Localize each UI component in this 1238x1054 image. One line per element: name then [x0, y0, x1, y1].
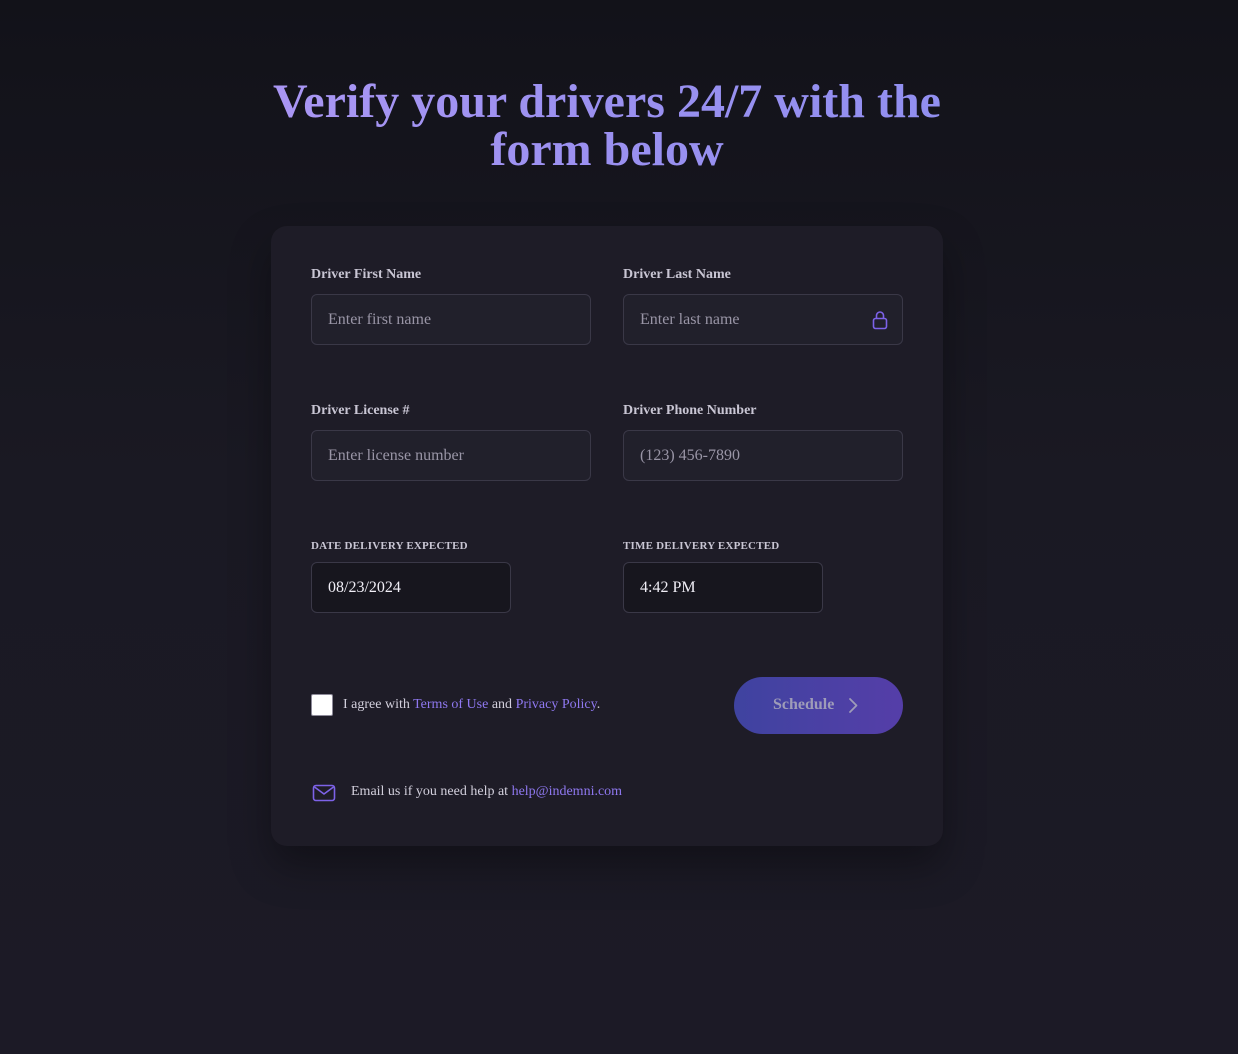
agree-prefix: I agree with [343, 697, 410, 712]
help-email-link[interactable]: help@indemni.com [512, 784, 622, 799]
driver-verification-form-card: Driver First Name Driver Last Name Drive… [271, 226, 943, 846]
privacy-policy-link[interactable]: Privacy Policy [516, 697, 597, 712]
date-label: DATE DELIVERY EXPECTED [311, 540, 468, 552]
chevron-right-icon [849, 698, 858, 713]
mail-icon [312, 784, 336, 802]
page-title-line-2: form below [490, 123, 724, 176]
last-name-input[interactable] [623, 294, 903, 345]
terms-of-use-link[interactable]: Terms of Use [413, 697, 488, 712]
first-name-label: Driver First Name [311, 267, 422, 282]
phone-label: Driver Phone Number [623, 403, 757, 418]
schedule-button[interactable]: Schedule [734, 677, 903, 734]
agree-suffix: . [596, 697, 601, 712]
help-text: Email us if you need help at help@indemn… [351, 783, 622, 801]
last-name-label: Driver Last Name [623, 267, 731, 282]
license-input[interactable] [311, 430, 591, 481]
agree-checkbox[interactable] [311, 694, 333, 716]
agree-middle: and [491, 697, 513, 712]
date-input[interactable] [311, 562, 511, 613]
time-label: TIME DELIVERY EXPECTED [623, 540, 780, 552]
page-title: Verify your drivers 24/7 with the form b… [0, 78, 1214, 174]
license-label: Driver License # [311, 403, 410, 418]
first-name-input[interactable] [311, 294, 591, 345]
phone-input[interactable] [623, 430, 903, 481]
lock-icon [872, 311, 888, 330]
page-title-line-1: Verify your drivers 24/7 with the [273, 75, 941, 128]
time-input[interactable] [623, 562, 823, 613]
schedule-button-label: Schedule [773, 696, 835, 713]
help-prefix: Email us if you need help at [351, 784, 509, 799]
agree-text: I agree with Terms of Use and Privacy Po… [343, 696, 600, 714]
